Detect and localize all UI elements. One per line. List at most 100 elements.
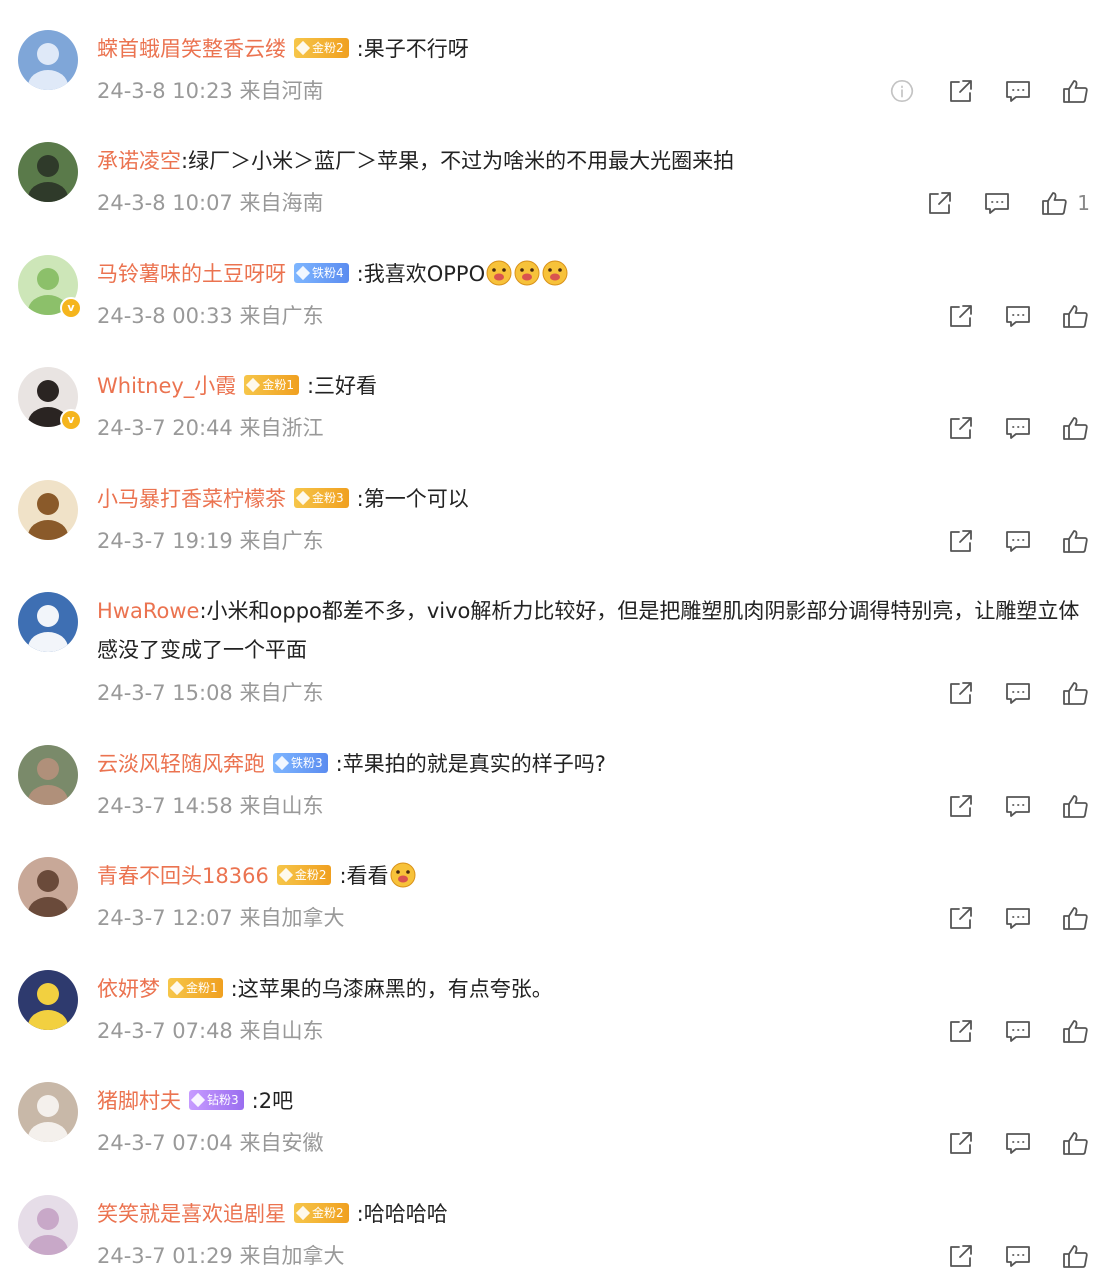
comment-line: Whitney_小霞 金粉1:三好看 [97,367,1086,406]
share-button[interactable] [946,678,976,708]
username-link[interactable]: 云淡风轻随风奔跑 [97,752,265,776]
fan-badge-label: 金粉1 [262,378,294,392]
comment-meta: 24-3-7 12:07 来自加拿大 [97,903,344,933]
fan-badge[interactable]: 金粉2 [294,1203,349,1223]
comment-location: 来自加拿大 [239,906,345,930]
comment-time: 24-3-8 10:23 [97,79,233,103]
avatar[interactable] [18,1195,78,1255]
avatar[interactable] [18,30,78,90]
fan-badge[interactable]: 金粉2 [294,38,349,58]
share-button[interactable] [925,188,955,218]
avatar[interactable] [18,745,78,805]
comment-actions [919,526,1090,556]
reply-button[interactable] [1003,76,1033,106]
like-button[interactable] [1060,301,1090,331]
comment-meta: 24-3-8 00:33 来自广东 [97,301,323,331]
share-button[interactable] [946,1016,976,1046]
fan-badge[interactable]: 金粉2 [276,865,332,885]
comment-line: 猪脚村夫 钻粉3:2吧 [97,1082,1086,1121]
info-icon[interactable] [889,78,915,104]
avatar[interactable] [18,142,78,202]
like-button[interactable] [1039,188,1069,218]
fan-badge-icon [278,867,293,883]
fan-badge-label: 金粉2 [312,41,344,55]
fan-badge-icon [295,490,311,506]
share-button[interactable] [946,526,976,556]
reply-button[interactable] [1003,1241,1033,1271]
comment-line: 笑笑就是喜欢追剧星 金粉2 :哈哈哈哈 [97,1195,1086,1234]
share-button[interactable] [946,413,976,443]
username-link[interactable]: HwaRowe [97,599,199,623]
share-button[interactable] [946,301,976,331]
fan-badge-label: 铁粉3 [291,756,323,770]
comment-line: 承诺凌空:绿厂＞小米＞蓝厂＞苹果，不过为啥米的不用最大光圈来拍 [97,142,1086,181]
comment-actions [919,1016,1090,1046]
comment-location: 来自广东 [239,304,324,328]
share-button[interactable] [946,1241,976,1271]
comment-actions [919,1128,1090,1158]
comment-text: :这苹果的乌漆麻黑的，有点夸张。 [230,977,553,1001]
fan-badge[interactable]: 铁粉4 [294,263,349,283]
fan-badge[interactable]: 金粉1 [244,375,299,395]
fan-badge[interactable]: 钻粉3 [189,1090,244,1110]
reply-button[interactable] [1003,413,1033,443]
avatar[interactable] [18,970,78,1030]
reply-button[interactable] [982,188,1012,218]
avatar[interactable] [18,1082,78,1142]
fan-badge[interactable]: 铁粉3 [273,753,328,773]
comment-location: 来自河南 [239,79,324,103]
emoji-icon [390,862,416,888]
comment-text: :哈哈哈哈 [356,1202,448,1226]
share-button[interactable] [946,791,976,821]
comment-meta: 24-3-7 01:29 来自加拿大 [97,1241,344,1271]
like-button[interactable] [1060,1016,1090,1046]
comment-actions [919,903,1090,933]
comment-time: 24-3-7 19:19 [97,529,233,553]
share-button[interactable] [946,1128,976,1158]
comment-text: :看看 [339,864,389,888]
fan-badge[interactable]: 金粉1 [168,978,223,998]
username-link[interactable]: 笑笑就是喜欢追剧星 [97,1202,286,1226]
like-button[interactable] [1060,1128,1090,1158]
fan-badge[interactable]: 金粉3 [294,488,349,508]
username-link[interactable]: 青春不回头18366 [97,864,269,888]
reply-button[interactable] [1003,903,1033,933]
emoji-icon [542,260,568,286]
reply-button[interactable] [1003,1128,1033,1158]
comment-text: :苹果拍的就是真实的样子吗? [335,752,606,776]
reply-button[interactable] [1003,526,1033,556]
fan-badge-label: 铁粉4 [312,266,344,280]
username-link[interactable]: 猪脚村夫 [97,1089,181,1113]
like-button[interactable] [1060,678,1090,708]
comment-meta: 24-3-8 10:07 来自海南 [97,188,323,218]
like-button[interactable] [1060,1241,1090,1271]
like-button[interactable] [1060,413,1090,443]
reply-button[interactable] [1003,301,1033,331]
like-button[interactable] [1060,526,1090,556]
username-link[interactable]: 依妍梦 [97,977,160,1001]
avatar[interactable] [18,480,78,540]
comment-actions: 1 [898,188,1090,218]
username-link[interactable]: Whitney_小霞 [97,374,236,398]
like-button[interactable] [1060,791,1090,821]
avatar[interactable] [18,857,78,917]
comment-actions [919,678,1090,708]
share-button[interactable] [946,903,976,933]
username-link[interactable]: 承诺凌空 [97,149,181,173]
comment-line: 小马暴打香菜柠檬茶 金粉3 :第一个可以 [97,480,1086,519]
reply-button[interactable] [1003,678,1033,708]
like-button[interactable] [1060,76,1090,106]
comment-line: 云淡风轻随风奔跑 铁粉3 :苹果拍的就是真实的样子吗? [97,745,1086,784]
comment-meta: 24-3-7 20:44 来自浙江 [97,413,323,443]
comment-line: 依妍梦 金粉1 :这苹果的乌漆麻黑的，有点夸张。 [97,970,1086,1009]
reply-button[interactable] [1003,1016,1033,1046]
username-link[interactable]: 马铃薯味的土豆呀呀 [97,262,286,286]
share-button[interactable] [946,76,976,106]
comment-text: :第一个可以 [356,487,469,511]
avatar[interactable] [18,592,78,652]
username-link[interactable]: 小马暴打香菜柠檬茶 [97,487,286,511]
username-link[interactable]: 蝾首蛾眉笑整香云缕 [97,37,286,61]
reply-button[interactable] [1003,791,1033,821]
like-button[interactable] [1060,903,1090,933]
fan-badge-label: 钻粉3 [207,1093,239,1107]
